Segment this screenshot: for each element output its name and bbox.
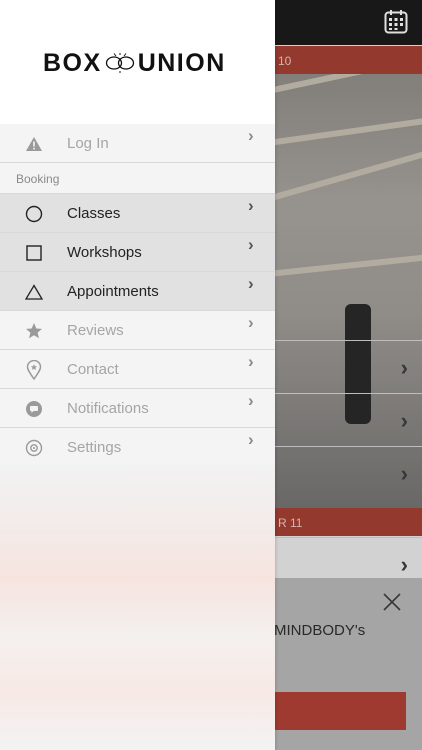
menu-item-notifications[interactable]: Notifications › (0, 389, 275, 428)
section-header-booking: Booking (0, 163, 275, 194)
chevron-right-icon: › (248, 126, 254, 145)
menu-item-contact[interactable]: Contact › (0, 350, 275, 389)
menu-item-reviews[interactable]: Reviews › (0, 311, 275, 350)
chat-bubble-icon (24, 399, 44, 419)
warning-icon (24, 134, 44, 154)
drawer-menu: Log In › Booking Classes › Workshops › A… (0, 124, 275, 467)
menu-item-label: Workshops (67, 244, 142, 261)
chevron-right-icon: › (248, 196, 254, 215)
menu-item-label: Contact (67, 361, 119, 378)
logo-text-left: BOX (43, 48, 102, 77)
square-icon (24, 243, 44, 263)
menu-item-label: Settings (67, 439, 122, 456)
boxing-gloves-icon (105, 53, 134, 73)
chevron-right-icon: › (248, 430, 254, 449)
menu-item-label: Log In (67, 135, 109, 152)
menu-item-login[interactable]: Log In › (0, 124, 275, 163)
menu-item-settings[interactable]: Settings › (0, 428, 275, 467)
drawer-blurred-background (0, 465, 275, 750)
chevron-right-icon: › (248, 352, 254, 371)
menu-item-label: Notifications (67, 400, 149, 417)
section-label: Booking (16, 172, 60, 186)
menu-item-classes[interactable]: Classes › (0, 194, 275, 233)
chevron-right-icon: › (248, 391, 254, 410)
star-icon (24, 321, 44, 341)
chevron-right-icon: › (248, 274, 254, 293)
drawer-header: BOX UNION (0, 0, 275, 124)
circle-icon (24, 204, 44, 224)
side-drawer: BOX UNION Log In › Booking Classes › Wor… (0, 0, 275, 750)
menu-item-label: Reviews (67, 322, 124, 339)
triangle-icon (24, 282, 44, 302)
menu-item-label: Appointments (67, 283, 159, 300)
chevron-right-icon: › (248, 313, 254, 332)
chevron-right-icon: › (248, 235, 254, 254)
menu-item-workshops[interactable]: Workshops › (0, 233, 275, 272)
menu-item-label: Classes (67, 205, 121, 222)
box-union-logo: BOX UNION (43, 48, 226, 78)
logo-text-right: UNION (137, 48, 226, 77)
menu-item-appointments[interactable]: Appointments › (0, 272, 275, 311)
gear-icon (24, 438, 44, 458)
location-pin-icon (24, 360, 44, 380)
